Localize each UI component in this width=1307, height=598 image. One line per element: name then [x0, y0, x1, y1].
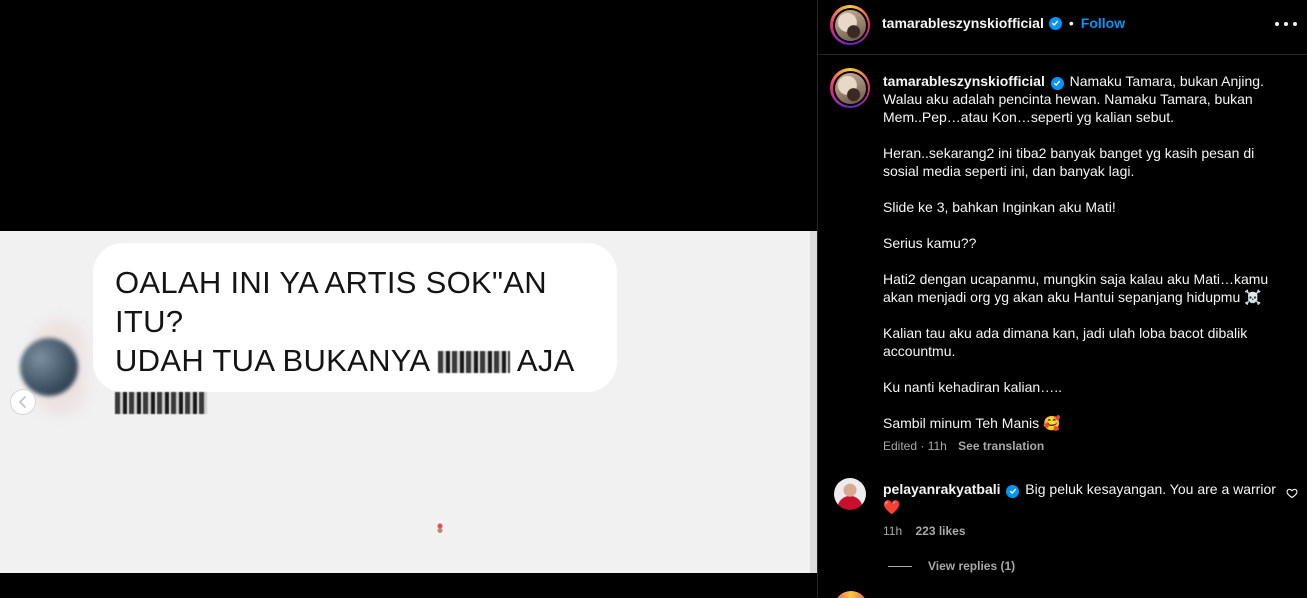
header-user-row: tamarableszynskiofficial • Follow	[882, 15, 1125, 31]
post-details-panel: tamarableszynskiofficial • Follow tamara…	[817, 0, 1307, 598]
comment-meta: 11h 223 likes	[883, 524, 966, 538]
like-heart-icon[interactable]	[1286, 487, 1298, 499]
view-replies-label: View replies (1)	[928, 559, 1016, 573]
verified-badge-icon	[1006, 484, 1020, 498]
censored-word	[115, 392, 207, 414]
replies-divider	[888, 565, 912, 567]
view-replies-button[interactable]: View replies (1)	[888, 559, 1015, 573]
post-media: OALAH INI YA ARTIS SOK"AN ITU? UDAH TUA …	[0, 0, 817, 598]
sender-avatar	[20, 338, 78, 396]
more-options-icon[interactable]	[1275, 17, 1297, 31]
caption-meta: Edited · 11h See translation	[883, 439, 1044, 453]
comment: pelayanrakyatbali Big peluk kesayangan. …	[883, 480, 1283, 516]
next-comment-avatar[interactable]	[834, 591, 868, 598]
previous-slide-button[interactable]	[10, 389, 36, 415]
separator-dot: •	[1068, 15, 1074, 31]
follow-button[interactable]: Follow	[1081, 15, 1125, 31]
caption-author-avatar[interactable]	[830, 68, 870, 108]
post-header: tamarableszynskiofficial • Follow	[818, 0, 1307, 55]
scrollbar[interactable]	[810, 231, 817, 573]
caption-paragraph: Kalian tau aku ada dimana kan, jadi ulah…	[883, 325, 1248, 359]
avatar-image	[834, 72, 866, 104]
author-avatar[interactable]	[830, 5, 870, 45]
caption-paragraph: Sambil minum Teh Manis 🥰	[883, 415, 1061, 431]
message-text: OALAH INI YA ARTIS SOK"AN ITU? UDAH TUA …	[115, 263, 605, 419]
caption-paragraph: Heran..sekarang2 ini tiba2 banyak banget…	[883, 145, 1255, 179]
commenter-username[interactable]: pelayanrakyatbali	[883, 481, 1001, 497]
verified-badge-icon	[1048, 16, 1062, 30]
see-translation-link[interactable]: See translation	[958, 439, 1044, 453]
caption-paragraph: Slide ke 3, bahkan Inginkan aku Mati!	[883, 199, 1116, 215]
message-bubble: OALAH INI YA ARTIS SOK"AN ITU? UDAH TUA …	[93, 243, 617, 414]
comment-time: 11h	[883, 524, 903, 538]
post-caption: tamarableszynskiofficial Namaku Tamara, …	[883, 72, 1288, 432]
caption-paragraph: Ku nanti kehadiran kalian…..	[883, 379, 1062, 395]
comment-likes[interactable]: 223 likes	[915, 524, 965, 538]
verified-badge-icon	[1050, 76, 1064, 90]
message-line-2a: UDAH TUA BUKANYA	[115, 343, 429, 378]
small-emoji-figure	[436, 523, 444, 533]
message-line-1: OALAH INI YA ARTIS SOK"AN ITU?	[115, 265, 547, 339]
commenter-avatar[interactable]	[834, 478, 866, 510]
author-username[interactable]: tamarableszynskiofficial	[882, 15, 1044, 31]
message-line-2b: AJA	[516, 343, 575, 378]
censored-word	[437, 351, 510, 373]
caption-username[interactable]: tamarableszynskiofficial	[883, 73, 1045, 89]
media-slide: OALAH INI YA ARTIS SOK"AN ITU? UDAH TUA …	[0, 231, 817, 573]
avatar-image	[834, 9, 866, 41]
caption-paragraph: Hati2 dengan ucapanmu, mungkin saja kala…	[883, 271, 1269, 305]
caption-paragraph: Serius kamu??	[883, 235, 977, 251]
edited-timestamp: Edited · 11h	[883, 439, 947, 453]
chevron-left-icon	[19, 396, 26, 408]
